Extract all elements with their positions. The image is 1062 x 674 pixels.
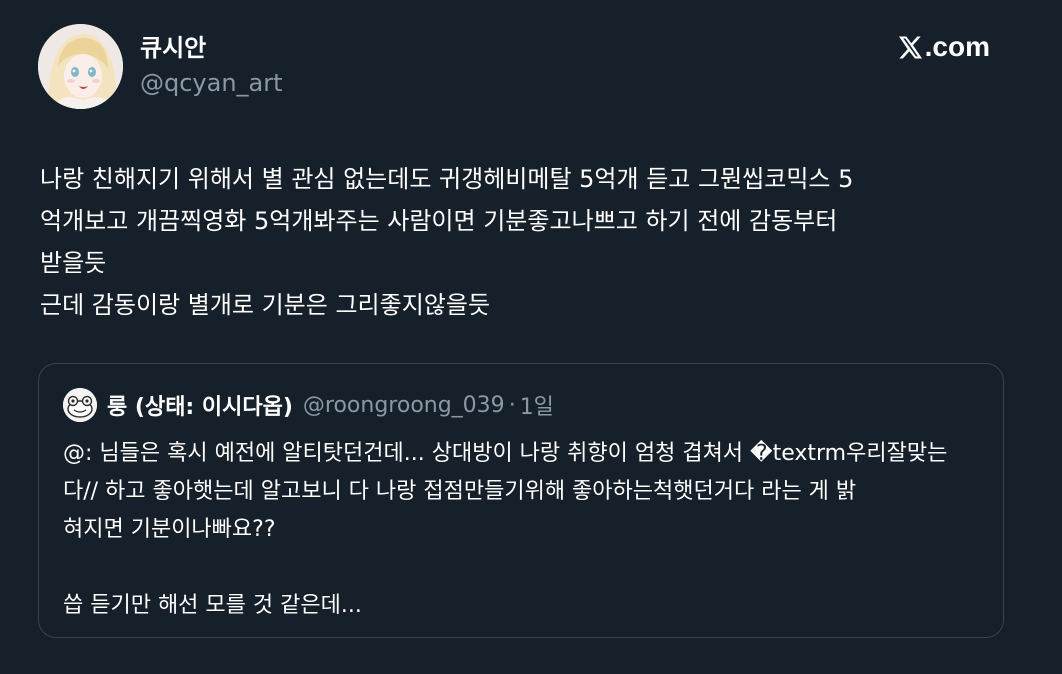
quoted-text-line: 혀지면 기분이나빠요??	[63, 517, 276, 542]
quoted-author-display-name[interactable]: 룽 (상태: 이시다옵)	[107, 389, 293, 421]
quoted-author-avatar[interactable]	[63, 388, 97, 422]
tweet-text-line: 나랑 친해지기 위해서 별 관심 없는데도 귀갱헤비메탈 5억개 듣고 그뭔씹코…	[40, 165, 854, 193]
tweet-text-line: 억개보고 개끔찍영화 5억개봐주는 사람이면 기분좋고나쁘고 하기 전에 감동부…	[40, 207, 838, 235]
quoted-text-line: 씁 듣기만 해선 모를 것 같은데...	[63, 593, 362, 618]
author-avatar[interactable]	[38, 24, 123, 109]
x-logo-icon	[898, 36, 922, 58]
x-com-link[interactable]: .com	[898, 31, 990, 63]
tweet-text: 나랑 친해지기 위해서 별 관심 없는데도 귀갱헤비메탈 5억개 듣고 그뭔씹코…	[40, 158, 1020, 326]
tweet-text-line: 받을듯	[40, 249, 107, 277]
quoted-text-line	[63, 549, 993, 587]
separator-dot: ·	[508, 392, 516, 418]
quoted-author-handle[interactable]: @roongroong_039	[303, 393, 505, 418]
quoted-text-line: @: 님들은 혹시 예전에 알티탓던건데... 상대방이 나랑 취향이 엄청 겹…	[63, 441, 948, 466]
tweet-card: 큐시안 @qcyan_art .com 나랑 친해지기 위해서 별 관심 없는데…	[0, 0, 1062, 674]
quoted-tweet-timestamp[interactable]: 1일	[520, 389, 554, 421]
quoted-tweet-text: @: 님들은 혹시 예전에 알티탓던건데... 상대방이 나랑 취향이 엄청 겹…	[63, 435, 993, 625]
frog-avatar-icon	[63, 388, 97, 422]
quoted-tweet-header: 룽 (상태: 이시다옵) @roongroong_039 · 1일	[107, 388, 554, 422]
tweet-text-line: 근데 감동이랑 별개로 기분은 그리좋지않을듯	[40, 291, 491, 319]
quoted-tweet[interactable]: 룽 (상태: 이시다옵) @roongroong_039 · 1일 @: 님들은…	[38, 363, 1004, 638]
anime-girl-avatar-icon	[38, 24, 123, 109]
author-display-name[interactable]: 큐시안	[140, 32, 206, 64]
author-handle[interactable]: @qcyan_art	[140, 67, 283, 99]
brand-label: .com	[924, 31, 990, 62]
quoted-text-line: 다// 하고 좋아햇는데 알고보니 다 나랑 접점만들기위해 좋아하는척햇던거다…	[63, 479, 857, 504]
